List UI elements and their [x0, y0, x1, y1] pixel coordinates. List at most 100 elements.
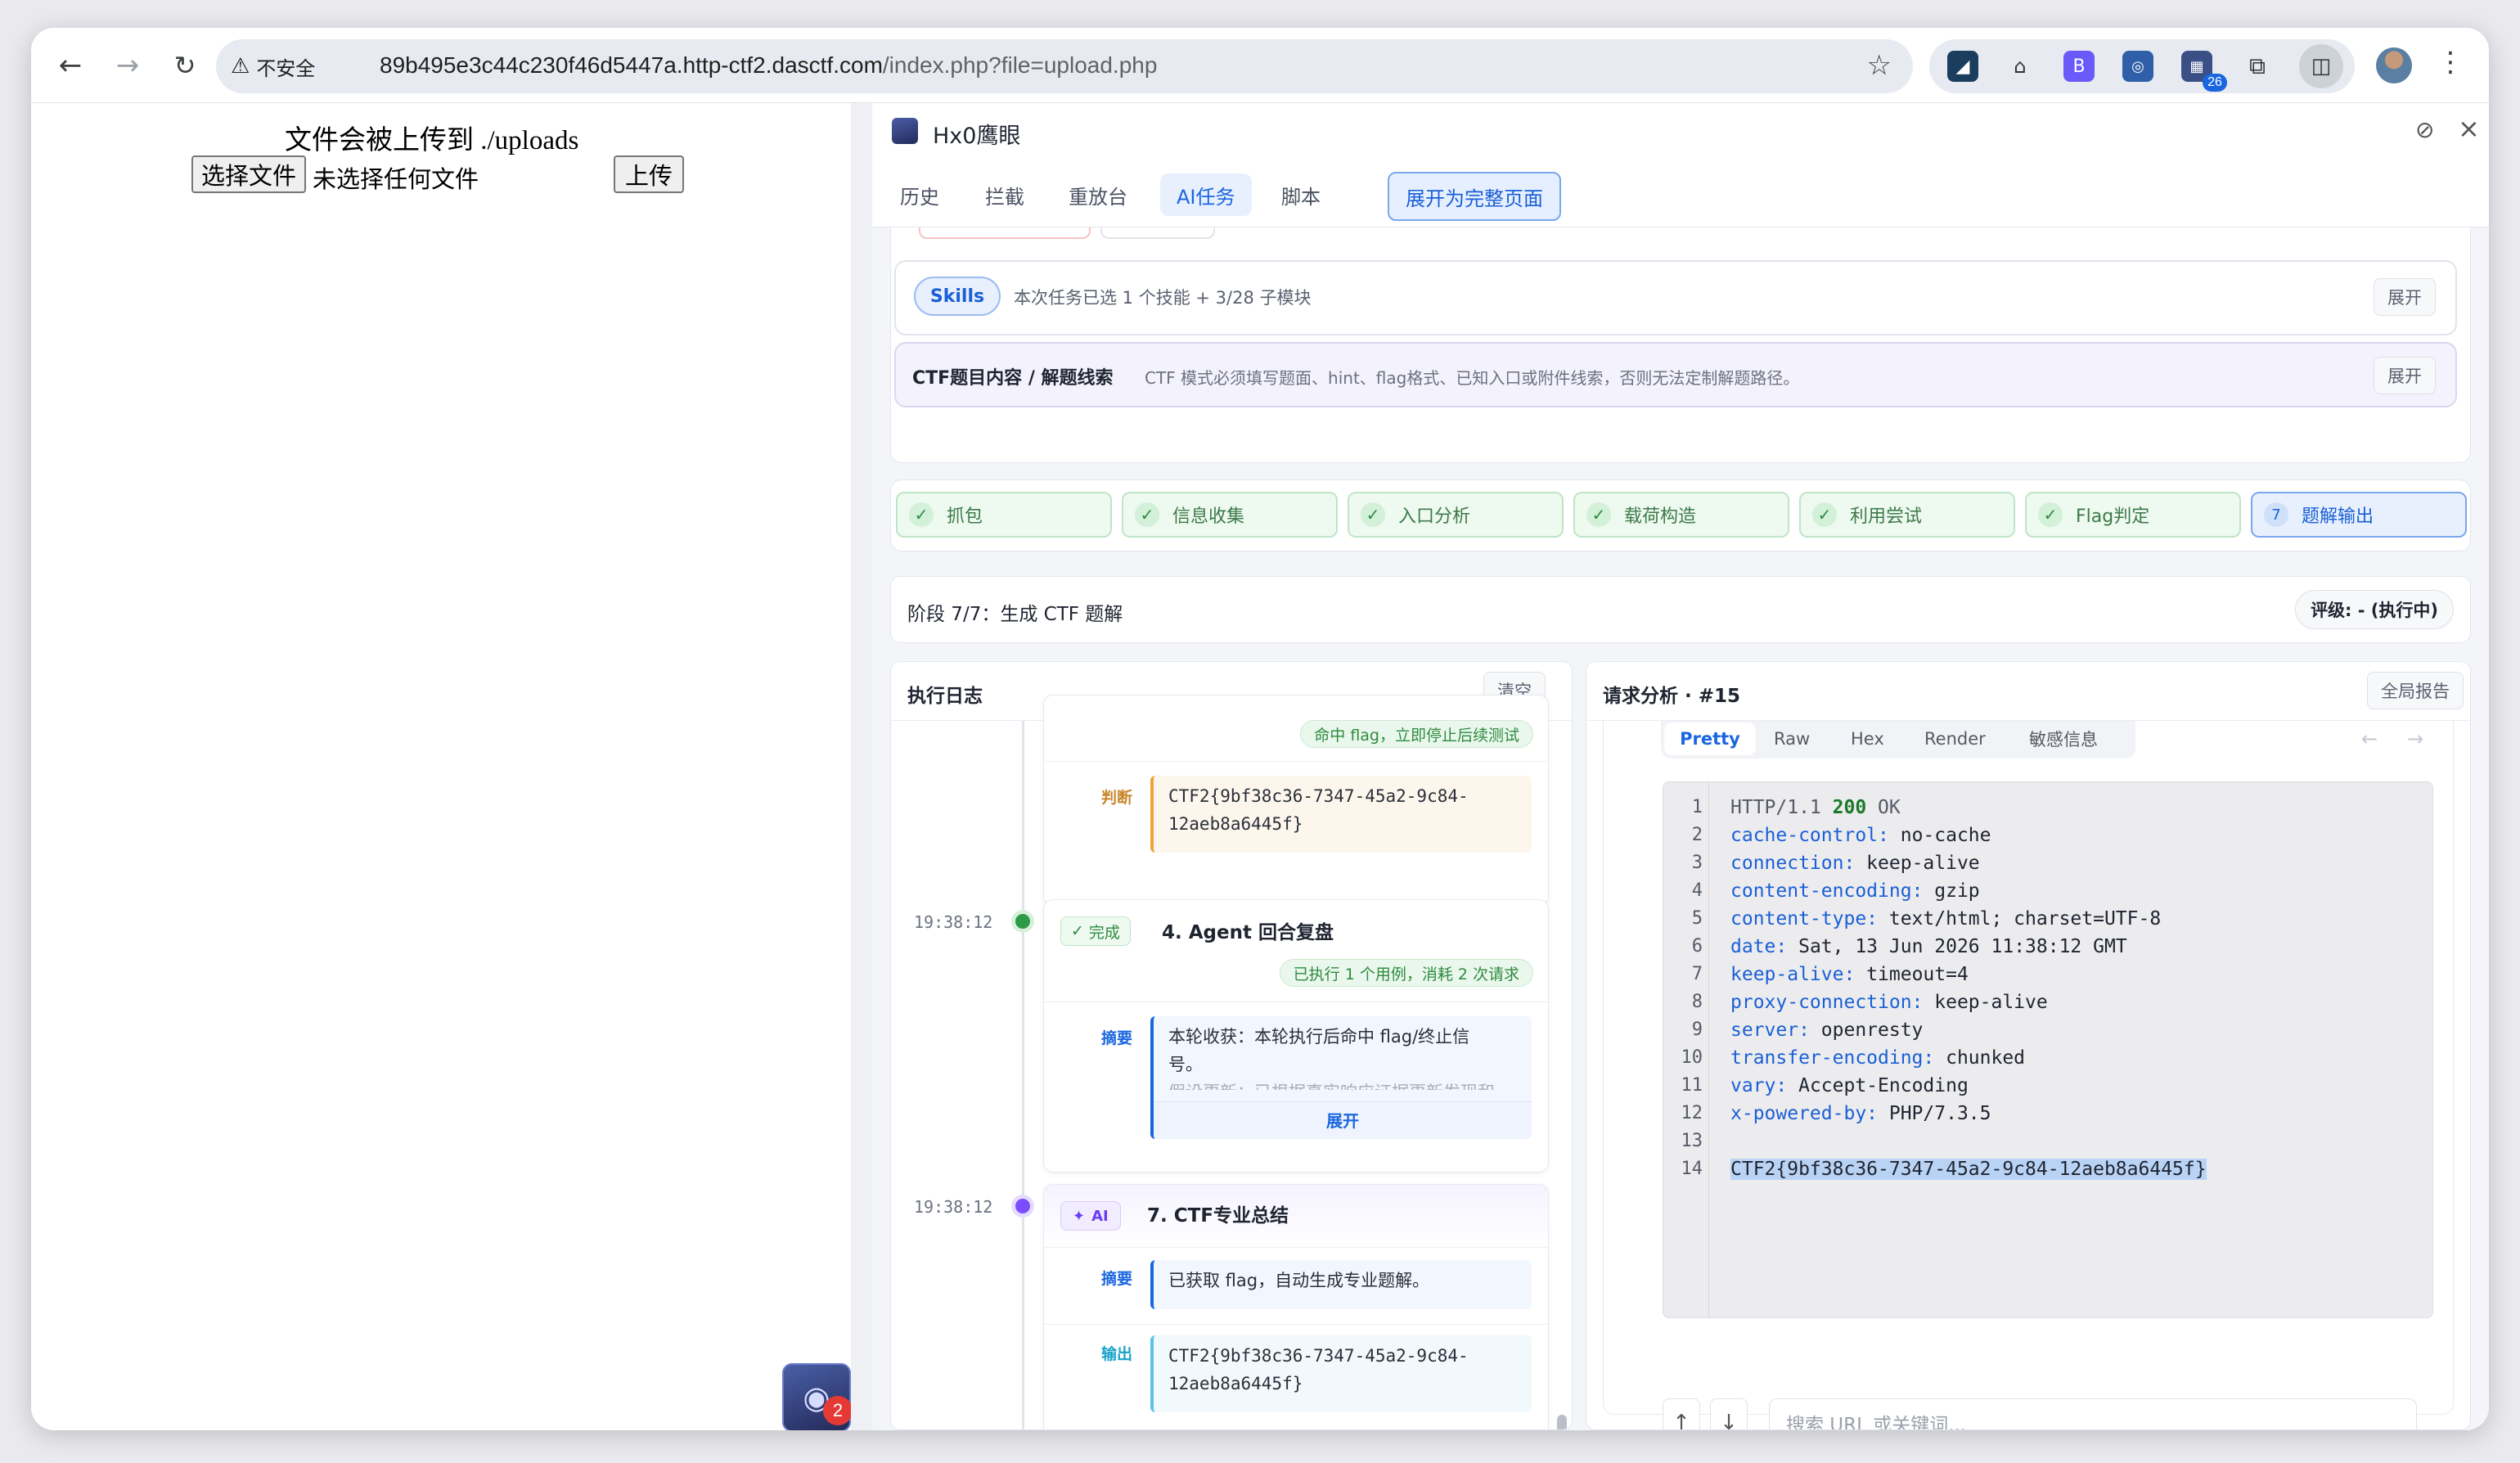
skills-expand-button[interactable]: 展开: [2374, 278, 2436, 316]
address-bar[interactable]: ⚠ 不安全 89b495e3c44c230f46d5447a.http-ctf2…: [216, 39, 1913, 93]
unpin-icon[interactable]: ⊘: [2415, 116, 2434, 143]
hx0-side-panel: Hx0鹰眼 ⊘ × 历史 拦截 重放台 AI任务 脚本 展开为完整页面 Skil…: [872, 103, 2489, 1430]
header-value: Accept-Encoding: [1787, 1075, 1969, 1096]
log-entry-ctf-summary: ✦ AI 7. CTF专业总结 摘要 已获取 flag，自动生成专业题解。 输出 …: [1043, 1184, 1549, 1429]
search-input[interactable]: 搜索 URL 或关键词...: [1769, 1398, 2417, 1429]
tab-repeater[interactable]: 重放台: [1052, 173, 1144, 216]
done-badge-label: 完成: [1088, 923, 1120, 942]
header-key: proxy-connection:: [1730, 992, 1924, 1013]
entry-divider: [1044, 761, 1548, 762]
back-icon[interactable]: ←: [52, 47, 88, 83]
code-line: cache-control: no-cache: [1730, 825, 1991, 846]
page-content: 文件会被上传到 ./uploads 选择文件 未选择任何文件 上传 ◉ 2: [31, 103, 853, 1430]
stage-entry-analysis[interactable]: ✓ 入口分析: [1348, 492, 1564, 538]
line-number: 1: [1691, 797, 1703, 817]
stage-label: Flag判定: [2076, 506, 2150, 527]
no-file-label: 未选择任何文件: [313, 167, 479, 193]
ai-badge-label: AI: [1091, 1207, 1109, 1225]
scroll-down-arrow-icon[interactable]: ↓: [1710, 1398, 1748, 1429]
tab-history[interactable]: 历史: [884, 173, 956, 216]
upload-button[interactable]: 上传: [614, 155, 684, 193]
tab-render[interactable]: Render: [1924, 721, 1986, 757]
header-value: openresty: [1809, 1020, 1924, 1041]
line-number: 4: [1691, 880, 1703, 901]
check-icon: ✓: [1586, 502, 1611, 527]
header-value: keep-alive: [1855, 853, 1980, 874]
panel-title: Hx0鹰眼: [933, 124, 1021, 149]
code-line: x-powered-by: PHP/7.3.5: [1730, 1103, 1991, 1124]
stage-payload-build[interactable]: ✓ 载荷构造: [1573, 492, 1789, 538]
reload-icon[interactable]: ↻: [167, 47, 203, 83]
tab-raw[interactable]: Raw: [1774, 721, 1810, 757]
panel-divider[interactable]: [851, 103, 872, 1430]
entry-title: 4. Agent 回合复盘: [1162, 922, 1334, 943]
rating-badge: 评级: - (执行中): [2295, 590, 2454, 629]
status-code: 200: [1832, 797, 1867, 818]
stage-label: 抓包: [947, 506, 983, 527]
tab-ai-tasks[interactable]: AI任务: [1160, 173, 1252, 216]
check-icon: ✓: [2038, 502, 2063, 527]
line-number: 5: [1691, 908, 1703, 929]
upload-heading: 文件会被上传到 ./uploads: [285, 126, 579, 155]
ctf-clue-expand-button[interactable]: 展开: [2374, 357, 2436, 394]
scrolled-chip: [919, 227, 1091, 239]
extension-scan-icon[interactable]: ◎: [2122, 51, 2153, 82]
close-icon[interactable]: ×: [2458, 113, 2480, 144]
header-value: no-cache: [1888, 825, 1991, 846]
expand-full-page-button[interactable]: 展开为完整页面: [1388, 172, 1561, 221]
global-report-button[interactable]: 全局报告: [2367, 672, 2464, 709]
tab-sensitive-info[interactable]: 敏感信息: [2029, 721, 2098, 757]
bookmark-star-icon[interactable]: ☆: [1867, 49, 1892, 82]
side-panel-icon[interactable]: ◫: [2299, 44, 2343, 88]
summary-expand-button[interactable]: 展开: [1154, 1101, 1532, 1139]
skills-row: Skills 本次任务已选 1 个技能 + 3/28 子模块 展开: [894, 260, 2457, 335]
flag-body-selected[interactable]: CTF2{9bf38c36-7347-45a2-9c84-12aeb8a6445…: [1730, 1159, 2207, 1180]
status-dot-success: [1015, 914, 1030, 929]
line-number: 6: [1691, 936, 1703, 957]
extension-b-icon[interactable]: B: [2063, 51, 2095, 82]
log-title: 执行日志: [907, 686, 983, 707]
code-line: content-type: text/html; charset=UTF-8: [1730, 908, 2161, 930]
profile-avatar[interactable]: [2376, 47, 2412, 83]
stage-flag-check[interactable]: ✓ Flag判定: [2025, 492, 2241, 538]
request-header: 请求分析 · #15 全局报告: [1586, 662, 2470, 721]
header-key: x-powered-by:: [1730, 1103, 1879, 1124]
choose-file-button[interactable]: 选择文件: [191, 155, 306, 193]
stage-info-gathering[interactable]: ✓ 信息收集: [1122, 492, 1338, 538]
forward-icon[interactable]: →: [110, 47, 146, 83]
warning-icon: ⚠: [231, 54, 250, 79]
check-icon: ✓: [1135, 502, 1159, 527]
stage-capture[interactable]: ✓ 抓包: [896, 492, 1112, 538]
line-number: 2: [1691, 825, 1703, 845]
menu-kebab-icon[interactable]: ⋮: [2437, 46, 2464, 79]
header-value: PHP/7.3.5: [1878, 1103, 1991, 1124]
judge-value: CTF2{9bf38c36-7347-45a2-9c84-12aeb8a6445…: [1150, 776, 1532, 853]
execution-count-tag: 已执行 1 个用例，消耗 2 次请求: [1279, 959, 1533, 987]
stage-writeup-output[interactable]: 7 题解输出: [2251, 492, 2467, 538]
tab-scripts[interactable]: 脚本: [1265, 173, 1337, 216]
log-scrollbar[interactable]: [1557, 1415, 1567, 1429]
security-label: 不安全: [256, 56, 316, 80]
extension-robot-icon[interactable]: ⌂: [2005, 51, 2036, 82]
entry-divider: [1044, 1324, 1548, 1325]
tab-hex[interactable]: Hex: [1851, 721, 1884, 757]
tab-pretty[interactable]: Pretty: [1664, 722, 1756, 755]
line-number: 11: [1681, 1075, 1703, 1096]
code-line: keep-alive: timeout=4: [1730, 964, 1969, 985]
next-arrow-icon[interactable]: →: [2407, 727, 2423, 750]
extensions-puzzle-icon[interactable]: ⧉: [2242, 51, 2273, 82]
summary-label: 摘要: [1101, 1029, 1133, 1047]
stage-exploit-attempt[interactable]: ✓ 利用尝试: [1799, 492, 2015, 538]
skills-pill: Skills: [914, 277, 1001, 316]
summary-box: 本轮收获：本轮执行后命中 flag/终止信 号。 假设更新：已根据真实响应证据更…: [1150, 1016, 1532, 1139]
extension-terminal-icon[interactable]: ◢: [1947, 51, 1978, 82]
scroll-up-arrow-icon[interactable]: ↑: [1663, 1398, 1700, 1429]
tab-intercept[interactable]: 拦截: [969, 173, 1041, 216]
security-indicator[interactable]: ⚠ 不安全: [231, 52, 315, 80]
hawkeye-logo-icon: [892, 118, 918, 144]
url-text[interactable]: 89b495e3c44c230f46d5447a.http-ctf2.dasct…: [380, 52, 1157, 79]
entry-time: 19:38:12: [914, 912, 993, 932]
prev-arrow-icon[interactable]: ←: [2361, 727, 2378, 750]
panel-header: Hx0鹰眼 ⊘ ×: [872, 103, 2489, 159]
line-number: 10: [1681, 1047, 1703, 1068]
